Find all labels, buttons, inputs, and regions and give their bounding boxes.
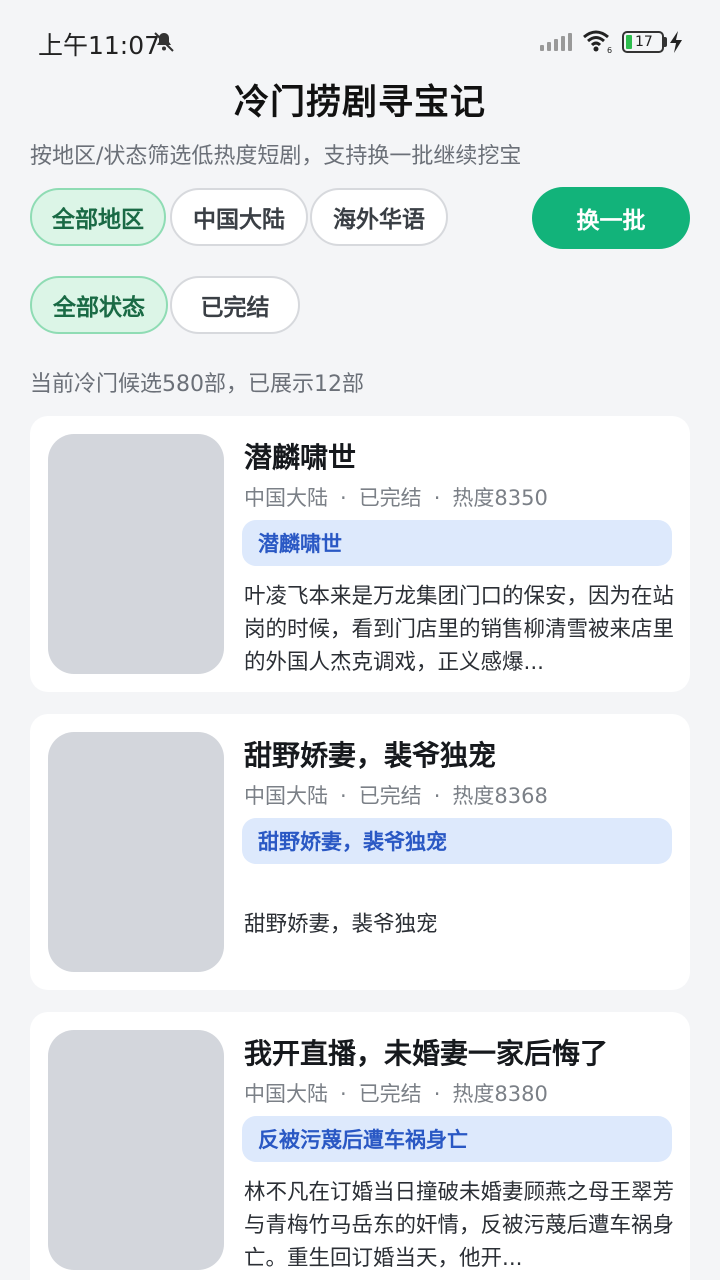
page-subtitle: 按地区/状态筛选低热度短剧，支持换一批继续挖宝	[30, 144, 522, 169]
drama-meta: 中国大陆 · 已完结 · 热度8380	[244, 1082, 548, 1106]
drama-description: 甜野娇妻，裴爷独宠	[244, 912, 438, 937]
drama-region: 中国大陆	[244, 486, 328, 510]
status-time: 上午11:07	[38, 31, 161, 60]
svg-text:6: 6	[607, 46, 612, 54]
page-title: 冷门捞剧寻宝记	[233, 83, 486, 123]
filter-status-all[interactable]: 全部状态	[30, 276, 168, 334]
drama-status: 已完结	[358, 486, 422, 510]
drama-description: 林不凡在订婚当日撞破未婚妻顾燕之母王翠芳与青梅竹马岳东的奸情，反被污蔑后遭车祸身…	[244, 1180, 675, 1271]
filter-region-mainland[interactable]: 中国大陆	[170, 188, 308, 246]
drama-heat: 热度8380	[452, 1082, 548, 1106]
drama-region: 中国大陆	[244, 784, 328, 808]
wifi-icon: 6	[583, 30, 612, 54]
result-summary: 当前冷门候选580部，已展示12部	[30, 372, 364, 397]
drama-tag: 潜麟啸世	[242, 520, 672, 566]
drama-cover	[48, 434, 224, 674]
bell-off-icon	[154, 32, 174, 52]
battery-tip	[664, 37, 667, 47]
filter-region-all[interactable]: 全部地区	[30, 188, 166, 246]
drama-meta: 中国大陆 · 已完结 · 热度8368	[244, 784, 548, 808]
drama-status: 已完结	[358, 1082, 422, 1106]
drama-heat: 热度8350	[452, 486, 548, 510]
drama-heat: 热度8368	[452, 784, 548, 808]
battery-level: 17	[635, 34, 653, 50]
drama-tag: 甜野娇妻，裴爷独宠	[242, 818, 672, 864]
status-bar: 上午11:07 6 17	[0, 0, 720, 84]
drama-cover	[48, 1030, 224, 1270]
drama-title: 甜野娇妻，裴爷独宠	[244, 739, 497, 772]
drama-card[interactable]: 我开直播，未婚妻一家后悔了 中国大陆 · 已完结 · 热度8380 反被污蔑后遭车祸身亡…	[30, 1012, 690, 1280]
refresh-batch-button[interactable]: 换一批	[532, 187, 690, 249]
drama-title: 潜麟啸世	[244, 441, 357, 474]
drama-title: 我开直播，未婚妻一家后悔了	[244, 1037, 609, 1070]
drama-meta: 中国大陆 · 已完结 · 热度8350	[244, 486, 548, 510]
drama-card[interactable]: 甜野娇妻，裴爷独宠 中国大陆 · 已完结 · 热度8368 甜野娇妻，裴爷独宠 甜野娇妻…	[30, 714, 690, 990]
drama-description: 叶凌飞本来是万龙集团门口的保安，因为在站岗的时候，看到门店里的销售柳清雪被来店里…	[244, 584, 675, 675]
drama-status: 已完结	[358, 784, 422, 808]
filter-status-completed[interactable]: 已完结	[170, 276, 300, 334]
drama-cover	[48, 732, 224, 972]
filter-region-overseas[interactable]: 海外华语	[310, 188, 448, 246]
charging-bolt-icon	[670, 31, 682, 53]
battery-indicator: 17	[622, 31, 664, 53]
drama-region: 中国大陆	[244, 1082, 328, 1106]
drama-card[interactable]: 潜麟啸世 中国大陆 · 已完结 · 热度8350 潜麟啸世 叶凌飞本来是万龙集团门口的保…	[30, 416, 690, 692]
battery-fill	[626, 35, 632, 49]
signal-icon	[540, 33, 572, 51]
drama-tag: 反被污蔑后遭车祸身亡	[242, 1116, 672, 1162]
